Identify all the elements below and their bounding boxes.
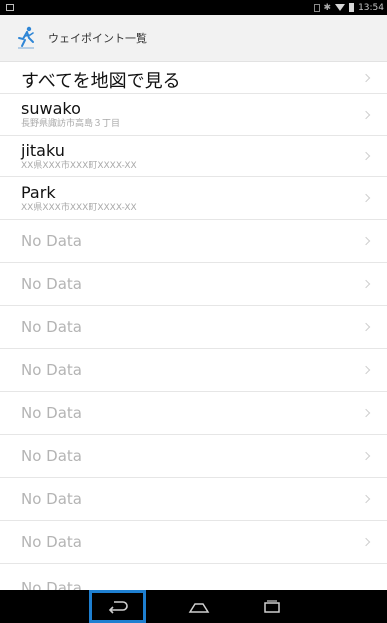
- chevron-right-icon: [361, 408, 371, 418]
- empty-label: No Data: [21, 490, 82, 508]
- chevron-right-icon: [361, 193, 371, 203]
- navigation-bar: [0, 590, 387, 623]
- waypoint-name: jitaku: [21, 141, 65, 160]
- chevron-right-icon: [361, 236, 371, 246]
- chevron-right-icon: [361, 151, 371, 161]
- chevron-right-icon: [361, 110, 371, 119]
- status-bar: ✱ 13:54: [0, 0, 387, 15]
- empty-label: No Data: [21, 318, 82, 336]
- chevron-right-icon: [361, 537, 371, 547]
- list-item-empty[interactable]: No Data: [0, 435, 387, 478]
- sim-icon: [313, 3, 320, 12]
- empty-label: No Data: [21, 404, 82, 422]
- waypoint-address: XX県XXX市XXX町XXXX-XX: [21, 161, 137, 171]
- list-item-park[interactable]: Park XX県XXX市XXX町XXXX-XX: [0, 177, 387, 220]
- waypoint-name: Park: [21, 183, 56, 202]
- list-item-suwako[interactable]: suwako 長野県諏訪市高島３丁目: [0, 94, 387, 136]
- waypoint-name: suwako: [21, 99, 81, 118]
- empty-label: No Data: [21, 447, 82, 465]
- status-time: 13:54: [358, 2, 384, 13]
- waypoint-address: 長野県諏訪市高島３丁目: [21, 119, 121, 129]
- show-all-on-map-item[interactable]: すべてを地図で見る: [0, 62, 387, 94]
- waypoint-list: すべてを地図で見る suwako 長野県諏訪市高島３丁目 jitaku XX県X…: [0, 62, 387, 590]
- list-item-empty[interactable]: No Data: [0, 392, 387, 435]
- chevron-right-icon: [361, 365, 371, 375]
- empty-label: No Data: [21, 232, 82, 250]
- chevron-right-icon: [361, 73, 371, 82]
- wifi-icon: [335, 4, 346, 11]
- list-item-empty[interactable]: No Data: [0, 478, 387, 521]
- page-title: ウェイポイント一覧: [48, 32, 147, 45]
- empty-label: No Data: [21, 275, 82, 293]
- list-item-empty[interactable]: No Data: [0, 564, 387, 590]
- list-item-empty[interactable]: No Data: [0, 306, 387, 349]
- chevron-right-icon: [361, 494, 371, 504]
- list-item-empty[interactable]: No Data: [0, 521, 387, 564]
- waypoint-address: XX県XXX市XXX町XXXX-XX: [21, 203, 137, 213]
- empty-label: No Data: [21, 361, 82, 379]
- show-all-label: すべてを地図で見る: [21, 71, 181, 92]
- recent-apps-icon: [264, 599, 280, 613]
- bluetooth-icon: ✱: [323, 2, 332, 13]
- runner-icon[interactable]: [16, 25, 36, 51]
- back-icon: [108, 600, 128, 614]
- battery-icon: [349, 3, 355, 12]
- list-item-empty[interactable]: No Data: [0, 263, 387, 306]
- app-bar: ウェイポイント一覧: [0, 15, 387, 62]
- recent-apps-button[interactable]: [252, 590, 292, 623]
- back-button[interactable]: [89, 590, 146, 623]
- notification-icon: [6, 4, 14, 11]
- chevron-right-icon: [361, 322, 371, 332]
- chevron-right-icon: [361, 279, 371, 289]
- home-icon: [188, 602, 210, 613]
- chevron-right-icon: [361, 451, 371, 461]
- empty-label: No Data: [21, 533, 82, 551]
- list-item-empty[interactable]: No Data: [0, 220, 387, 263]
- empty-label: No Data: [21, 579, 82, 590]
- list-item-empty[interactable]: No Data: [0, 349, 387, 392]
- list-item-jitaku[interactable]: jitaku XX県XXX市XXX町XXXX-XX: [0, 136, 387, 177]
- home-button[interactable]: [179, 590, 219, 623]
